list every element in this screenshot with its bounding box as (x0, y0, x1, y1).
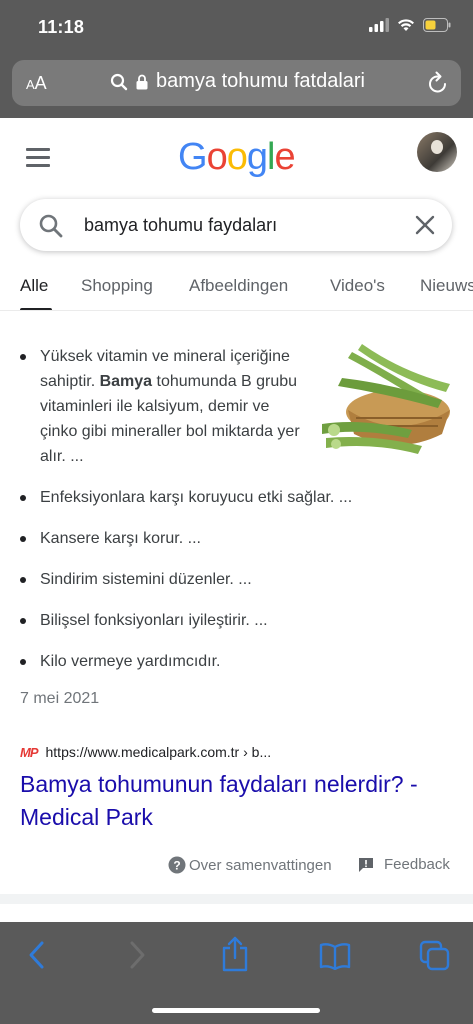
list-item: Bilişsel fonksiyonları iyileştirir. ... (20, 608, 460, 633)
list-item: Enfeksiyonlara karşı koruyucu etki sağla… (20, 485, 460, 510)
status-bar: 11:18 (0, 0, 473, 56)
tabs-icon[interactable] (419, 940, 451, 972)
divider (0, 894, 473, 904)
logo-letter: G (178, 136, 208, 178)
url-display[interactable]: bamya tohumu fatdalari (110, 70, 365, 93)
result-url: https://www.medicalpark.com.tr › b... (45, 744, 272, 760)
bullet-text: Sindirim sistemini düzenler. ... (40, 571, 252, 588)
bullet-text: Kilo vermeye yardımcıdır. (40, 653, 221, 670)
active-tab-indicator (20, 308, 52, 310)
url-text: bamya tohumu fatdalari (156, 70, 366, 92)
tab-shopping[interactable]: Shopping (81, 276, 153, 296)
result-source[interactable]: MP https://www.medicalpark.com.tr › b... (20, 744, 271, 760)
wifi-icon (398, 19, 414, 31)
close-icon[interactable] (414, 214, 436, 236)
result-title-link[interactable]: Bamya tohumunun faydaları nelerdir? - Me… (20, 768, 460, 834)
about-snippets-button[interactable]: ? Over samenvattingen (168, 856, 332, 874)
google-header: Google (0, 118, 473, 198)
snippet-footer: ? Over samenvattingen Feedback (0, 850, 473, 880)
tab-images[interactable]: Afbeeldingen (189, 276, 288, 296)
browser-toolbar-top: AA bamya tohumu fatdalari (0, 56, 473, 118)
list-item: Kansere karşı korur. ... (20, 526, 460, 551)
address-bar[interactable]: AA bamya tohumu fatdalari (12, 60, 461, 106)
help-icon: ? (168, 856, 186, 874)
tab-videos[interactable]: Video's (330, 276, 385, 296)
snippet-date: 7 mei 2021 (20, 690, 100, 707)
next-result-card (0, 904, 473, 924)
bullet-text: Enfeksiyonlara karşı koruyucu etki sağla… (40, 489, 353, 506)
battery-icon (423, 18, 451, 32)
search-input[interactable]: bamya tohumu faydaları (84, 215, 277, 236)
bullet-text: Bilişsel fonksiyonları iyileştirir. ... (40, 612, 268, 629)
book-icon[interactable] (319, 942, 351, 970)
logo-letter: g (246, 136, 268, 178)
svg-text:?: ? (173, 859, 180, 873)
home-indicator (152, 1008, 320, 1013)
chevron-left-icon[interactable] (26, 940, 48, 970)
search-icon (110, 73, 128, 90)
logo-letter: e (274, 136, 295, 178)
google-logo[interactable]: Google (178, 136, 296, 179)
tab-news[interactable]: Nieuws (420, 276, 473, 296)
menu-icon[interactable] (26, 148, 50, 172)
site-favicon: MP (20, 744, 38, 760)
feedback-label: Feedback (384, 856, 450, 873)
about-snippets-label: Over samenvattingen (189, 856, 332, 874)
feedback-icon (359, 857, 373, 872)
logo-letter: o (206, 136, 228, 178)
search-tabs: Alle Shopping Afbeeldingen Video's Nieuw… (0, 264, 473, 311)
reader-settings-button[interactable]: AA (26, 73, 47, 94)
signal-icon (369, 18, 389, 32)
share-icon[interactable] (221, 936, 249, 972)
okra-image[interactable] (322, 338, 454, 456)
logo-letter: o (226, 136, 248, 178)
reload-icon[interactable] (427, 71, 449, 95)
status-icons (369, 18, 451, 32)
search-icon[interactable] (38, 213, 64, 239)
list-item: Yüksek vitamin ve mineral içeriğine sahi… (20, 344, 300, 469)
bullet-text: Kansere karşı korur. ... (40, 530, 201, 547)
list-item: Sindirim sistemini düzenler. ... (20, 567, 460, 592)
list-item: Kilo vermeye yardımcıdır. (20, 649, 460, 674)
status-time: 11:18 (38, 17, 85, 37)
avatar[interactable] (417, 132, 457, 172)
aa-small-label: A (26, 77, 35, 92)
aa-big-label: A (34, 73, 47, 93)
bullet-bold-text: Bamya (99, 373, 153, 390)
lock-icon (136, 74, 148, 89)
tab-all[interactable]: Alle (20, 276, 48, 296)
feedback-button[interactable]: Feedback (358, 856, 450, 873)
chevron-right-icon[interactable] (126, 940, 148, 970)
search-box[interactable]: bamya tohumu faydaları (20, 199, 452, 251)
